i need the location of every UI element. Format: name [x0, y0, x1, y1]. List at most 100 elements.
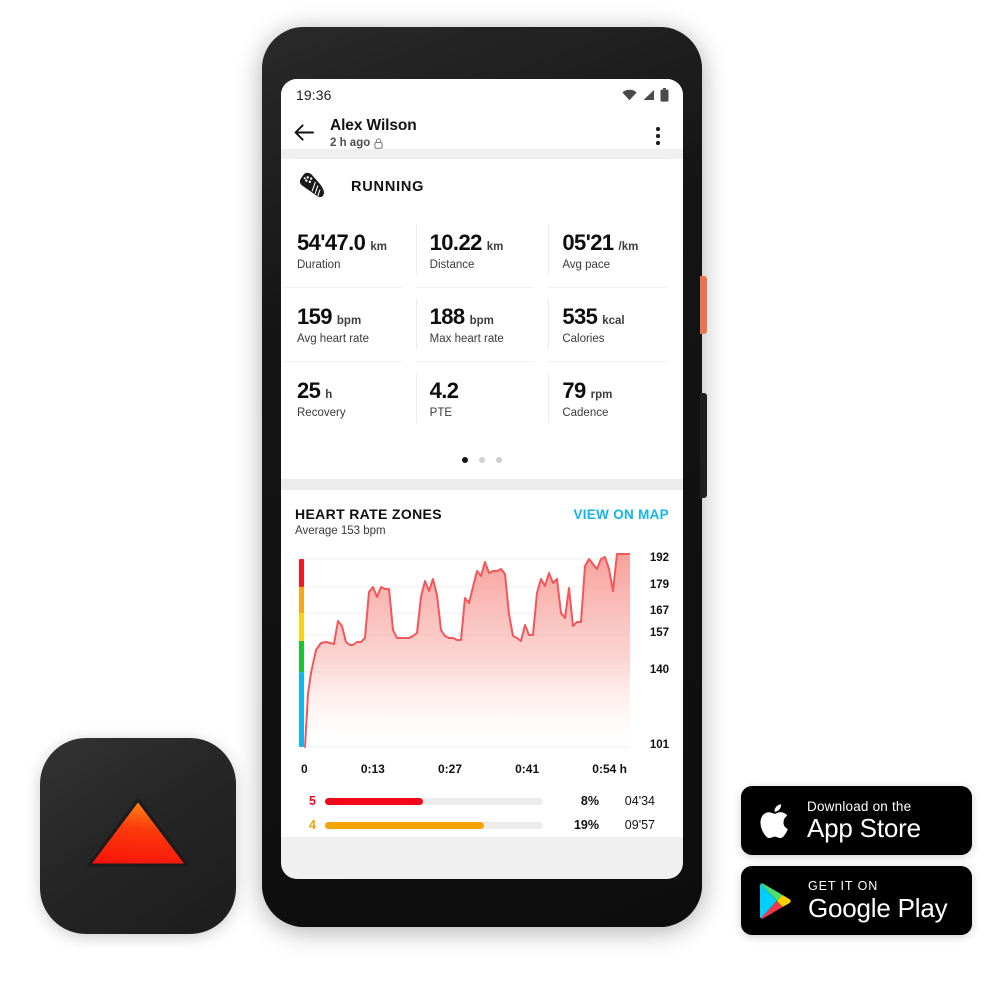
pager-dot-3[interactable]: [496, 457, 502, 463]
apple-app-store-badge[interactable]: Download on the App Store: [741, 786, 972, 855]
activity-meta: 2 h ago: [330, 137, 647, 149]
row-divider: [548, 287, 667, 288]
activity-timestamp: 2 h ago: [330, 137, 371, 149]
heart-rate-chart: 192 179 167 157 140 101: [295, 552, 669, 753]
stat-number: 10.22: [429, 230, 483, 255]
row-divider: [548, 361, 667, 362]
overflow-menu-button[interactable]: [647, 117, 669, 145]
stat-tile-distance[interactable]: 10.22 km Distance: [415, 212, 549, 287]
stat-value-row: 159 bpm: [297, 304, 416, 330]
zone-progress-track: [325, 797, 543, 805]
stat-label: Duration: [297, 259, 341, 271]
x-tick-4: 0:54 h: [592, 762, 627, 776]
zone-progress-fill: [325, 797, 424, 805]
stat-tile-avg-heart-rate[interactable]: 159 bpm Avg heart rate: [283, 287, 416, 361]
stat-number: 05'21: [562, 230, 614, 255]
stat-label: Calories: [562, 333, 605, 345]
apple-badge-text: Download on the App Store: [807, 799, 921, 843]
pager-dot-2[interactable]: [479, 457, 485, 463]
cell-divider: [548, 224, 550, 275]
stat-unit: km: [486, 241, 504, 253]
stat-label: PTE: [429, 407, 453, 419]
stat-label: Avg pace: [562, 259, 611, 271]
app-icon[interactable]: [40, 738, 236, 934]
stat-label: Distance: [429, 259, 475, 271]
stat-unit: kcal: [602, 315, 625, 327]
x-tick-1: 0:13: [360, 762, 385, 776]
zone-row-5[interactable]: 5 8% 04'34: [309, 789, 655, 813]
stat-tile-recovery[interactable]: 25 h Recovery: [283, 361, 416, 435]
stat-tile-duration[interactable]: 54'47.0 km Duration: [283, 212, 416, 287]
google-play-icon: [760, 882, 791, 919]
stat-tile-pte[interactable]: 4.2 PTE: [415, 361, 549, 435]
view-on-map-button[interactable]: VIEW ON MAP: [573, 506, 669, 522]
cell-divider: [415, 373, 417, 423]
zone-number: 5: [309, 794, 316, 808]
status-bar-icons: [622, 88, 669, 102]
stat-number: 54'47.0: [297, 230, 366, 255]
zone-time: 04'34: [624, 794, 655, 808]
zone-progress-fill: [325, 821, 485, 829]
stat-number: 25: [297, 378, 321, 403]
google-badge-small-text: GET IT ON: [808, 879, 879, 894]
back-arrow-icon: [294, 124, 314, 141]
kebab-dot: [656, 127, 660, 131]
zone-progress-track: [325, 821, 543, 829]
stat-value-row: 188 bpm: [430, 304, 549, 330]
cell-divider: [548, 373, 550, 423]
y-tick-3: 157: [649, 627, 669, 639]
kebab-dot: [656, 134, 660, 138]
row-divider: [283, 287, 402, 288]
signal-icon: [643, 90, 654, 100]
zone-band-5: [299, 559, 304, 587]
stat-value-row: 4.2: [430, 378, 549, 404]
stat-tile-calories[interactable]: 535 kcal Calories: [548, 287, 681, 361]
stat-label: Avg heart rate: [297, 333, 370, 345]
y-tick-4: 140: [649, 664, 669, 676]
stat-unit: rpm: [590, 389, 613, 401]
heart-rate-zones-card: HEART RATE ZONES Average 153 bpm VIEW ON…: [281, 490, 683, 837]
stat-tile-avg-pace[interactable]: 05'21 /km Avg pace: [548, 212, 681, 287]
stats-card: 54'47.0 km Duration 10.22 km Distance 05…: [281, 212, 683, 479]
stat-value-row: 79 rpm: [562, 378, 681, 404]
volume-rocker-button[interactable]: [700, 393, 707, 498]
stat-tile-max-heart-rate[interactable]: 188 bpm Max heart rate: [415, 287, 549, 361]
stat-number: 188: [429, 304, 466, 329]
stat-label: Max heart rate: [429, 333, 504, 345]
stat-number: 4.2: [429, 378, 459, 403]
stat-tile-cadence[interactable]: 79 rpm Cadence: [548, 361, 681, 435]
stat-value-row: 25 h: [297, 378, 416, 404]
stat-value-row: 10.22 km: [430, 230, 549, 256]
kebab-dot: [656, 141, 660, 145]
stat-value-row: 54'47.0 km: [297, 230, 416, 256]
battery-icon: [660, 88, 669, 102]
chart-x-axis-labels: 0 0:13 0:27 0:41 0:54 h: [295, 753, 669, 776]
heart-rate-average: Average 153 bpm: [295, 525, 386, 537]
zone-color-bar: [299, 559, 304, 747]
y-tick-2: 167: [649, 605, 669, 617]
pager-dot-1[interactable]: [462, 457, 468, 463]
activity-owner-block: Alex Wilson 2 h ago: [324, 117, 647, 149]
zone-band-3: [299, 613, 304, 641]
power-button[interactable]: [700, 276, 707, 334]
stats-pager-dots[interactable]: [281, 435, 683, 479]
cell-divider: [415, 224, 417, 275]
row-divider: [415, 361, 535, 362]
google-play-badge[interactable]: GET IT ON Google Play: [741, 866, 972, 935]
zone-summary-list: 5 8% 04'34 4 19% 09'57: [295, 776, 669, 837]
x-tick-2: 0:27: [437, 762, 462, 776]
zone-band-1: [299, 672, 304, 747]
back-button[interactable]: [294, 117, 324, 146]
y-tick-0: 192: [649, 552, 669, 564]
stat-number: 535: [562, 304, 598, 329]
zone-row-4[interactable]: 4 19% 09'57: [309, 813, 655, 837]
stat-number: 79: [562, 378, 586, 403]
user-name: Alex Wilson: [330, 117, 417, 134]
running-shoe-icon: [299, 172, 325, 198]
y-tick-1: 179: [649, 579, 669, 591]
app-bar: Alex Wilson 2 h ago: [281, 111, 683, 149]
zone-time: 09'57: [624, 818, 655, 832]
chart-y-axis-labels: 192 179 167 157 140 101: [635, 552, 669, 753]
phone-mockup: 19:36 Alex Wilson 2 h ago RUNNING 54'47.…: [262, 27, 707, 927]
cell-divider: [548, 299, 550, 349]
